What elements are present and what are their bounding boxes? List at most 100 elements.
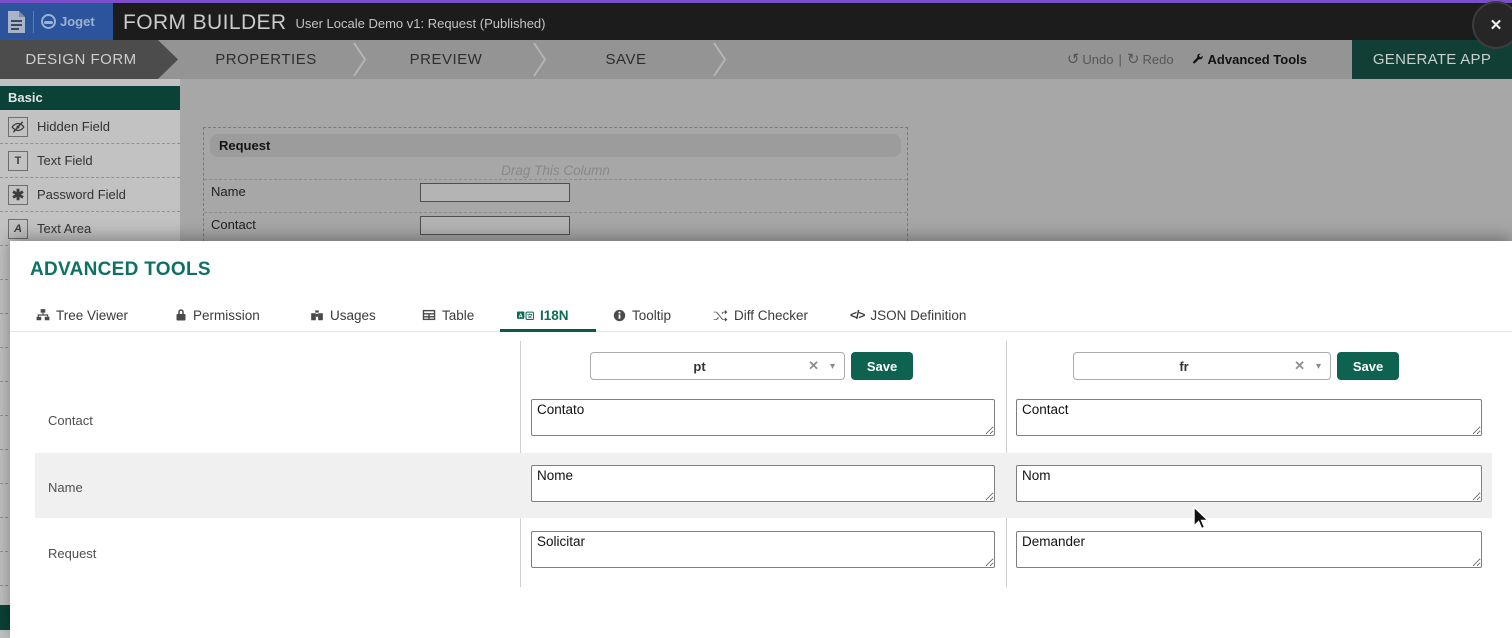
- lock-icon: [175, 308, 187, 322]
- save-button-label: Save: [867, 359, 897, 374]
- form-subtitle: User Locale Demo v1: Request (Published): [295, 16, 545, 32]
- tab-label: JSON Definition: [870, 308, 966, 323]
- chevron-down-icon[interactable]: ▾: [830, 361, 835, 372]
- save-button-label: Save: [1353, 359, 1383, 374]
- palette-item-password-field[interactable]: ✱ Password Field: [0, 178, 180, 212]
- undo-label: Undo: [1082, 52, 1113, 67]
- eye-slash-icon: [8, 117, 28, 137]
- redo-button[interactable]: ↻ Redo: [1127, 52, 1174, 67]
- builder-step-bar: DESIGN FORM PROPERTIES PREVIEW SAVE ↺ Un…: [0, 40, 1512, 79]
- tab-properties-label: PROPERTIES: [215, 51, 316, 68]
- palette-category-basic[interactable]: Basic: [0, 86, 180, 110]
- brand-accent-line: [0, 0, 1512, 3]
- page-title-group: FORM BUILDER User Locale Demo v1: Reques…: [123, 3, 546, 40]
- tab-json-definition[interactable]: </> JSON Definition: [850, 301, 966, 329]
- tab-label: Diff Checker: [734, 308, 808, 323]
- svg-text:A: A: [519, 313, 523, 319]
- panel-title: ADVANCED TOOLS: [30, 259, 211, 281]
- tab-properties[interactable]: PROPERTIES: [186, 40, 346, 79]
- document-icon: [7, 10, 26, 34]
- logo-divider: [33, 11, 34, 33]
- palette-item-text-field[interactable]: T Text Field: [0, 144, 180, 178]
- tab-preview[interactable]: PREVIEW: [366, 40, 526, 79]
- tab-label: Permission: [193, 308, 260, 323]
- tab-label: Usages: [330, 308, 376, 323]
- name-field-input[interactable]: [420, 183, 570, 202]
- palette-item-label: Hidden Field: [37, 119, 110, 134]
- chevron-down-icon[interactable]: ▾: [1316, 361, 1321, 372]
- advanced-tools-panel: ADVANCED TOOLS Tree Viewer Permission Us…: [10, 241, 1512, 638]
- palette-item-hidden-field[interactable]: Hidden Field: [0, 110, 180, 144]
- palette-item-label: Text Area: [37, 221, 91, 236]
- language-icon: A: [517, 309, 534, 322]
- tab-save[interactable]: SAVE: [546, 40, 706, 79]
- palette-item-label: Password Field: [37, 187, 126, 202]
- tab-design-form[interactable]: DESIGN FORM: [0, 40, 178, 79]
- close-builder-button[interactable]: ✕: [1474, 3, 1512, 47]
- advanced-tools-button[interactable]: Advanced Tools: [1191, 52, 1307, 67]
- tab-label: Tree Viewer: [56, 308, 128, 323]
- active-tab-underline: [500, 329, 596, 332]
- close-icon: ✕: [1490, 16, 1503, 34]
- form-section-title: Request: [210, 134, 901, 157]
- language-select-pt[interactable]: pt ✕ ▾: [590, 352, 845, 380]
- language-select-value: fr: [1074, 359, 1294, 374]
- tab-tree-viewer[interactable]: Tree Viewer: [36, 301, 128, 329]
- save-translations-button-pt[interactable]: Save: [851, 352, 913, 380]
- wrench-icon: [1191, 53, 1204, 66]
- tab-i18n[interactable]: A I18N: [517, 301, 569, 329]
- palette-item-label: Text Field: [37, 153, 93, 168]
- tab-save-label: SAVE: [606, 51, 647, 68]
- translation-input-request-fr[interactable]: Demander: [1016, 531, 1482, 568]
- joget-brand-label: Joget: [60, 14, 95, 29]
- language-select-fr[interactable]: fr ✕ ▾: [1073, 352, 1331, 380]
- chevron-separator-icon: [352, 40, 368, 79]
- joget-brand: Joget: [41, 14, 95, 29]
- binoculars-icon: [310, 308, 324, 322]
- info-circle-icon: [613, 309, 626, 322]
- translation-key-contact: Contact: [48, 413, 93, 428]
- clear-icon[interactable]: ✕: [808, 358, 819, 374]
- tab-table[interactable]: Table: [422, 301, 474, 329]
- text-field-icon: T: [8, 151, 28, 171]
- redo-label: Redo: [1142, 52, 1173, 67]
- tab-preview-label: PREVIEW: [410, 51, 483, 68]
- translation-key-request: Request: [48, 546, 96, 561]
- chevron-separator-icon: [712, 40, 728, 79]
- translation-input-contact-fr[interactable]: Contact: [1016, 399, 1482, 436]
- translation-input-name-fr[interactable]: Nom: [1016, 465, 1482, 502]
- asterisk-icon: ✱: [8, 185, 28, 205]
- drag-column-hint: Drag This Column: [204, 163, 907, 178]
- tab-label: Table: [442, 308, 474, 323]
- page-title: FORM BUILDER: [123, 12, 286, 33]
- clear-icon[interactable]: ✕: [1294, 358, 1305, 374]
- tab-usages[interactable]: Usages: [310, 301, 376, 329]
- generate-app-label: GENERATE APP: [1373, 51, 1491, 68]
- joget-logo-block[interactable]: Joget: [0, 3, 113, 40]
- undo-button[interactable]: ↺ Undo: [1067, 52, 1114, 67]
- translation-input-request-pt[interactable]: Solicitar: [531, 531, 995, 568]
- shuffle-icon: [713, 309, 728, 322]
- translation-input-name-pt[interactable]: Nome: [531, 465, 995, 502]
- toolbar-divider: |: [1119, 52, 1122, 67]
- translation-key-name: Name: [48, 480, 83, 495]
- code-icon: </>: [850, 308, 864, 322]
- tab-permission[interactable]: Permission: [175, 301, 260, 329]
- field-label: Contact: [211, 217, 256, 232]
- toolbar-right-controls: ↺ Undo | ↻ Redo Advanced Tools: [1067, 40, 1307, 79]
- tab-tooltip[interactable]: Tooltip: [613, 301, 671, 329]
- form-row-name[interactable]: Name: [204, 179, 907, 212]
- tab-design-form-label: DESIGN FORM: [25, 51, 136, 68]
- contact-field-input[interactable]: [420, 216, 570, 235]
- save-translations-button-fr[interactable]: Save: [1337, 352, 1399, 380]
- sitemap-icon: [36, 308, 50, 322]
- language-select-value: pt: [591, 359, 808, 374]
- table-icon: [422, 308, 436, 322]
- tab-label: Tooltip: [632, 308, 671, 323]
- undo-icon: ↺: [1067, 52, 1080, 67]
- joget-logo-icon: [41, 14, 56, 29]
- tab-diff-checker[interactable]: Diff Checker: [713, 301, 808, 329]
- tabs-divider: [10, 331, 1512, 332]
- text-area-icon: A: [8, 219, 28, 239]
- translation-input-contact-pt[interactable]: Contato: [531, 399, 995, 436]
